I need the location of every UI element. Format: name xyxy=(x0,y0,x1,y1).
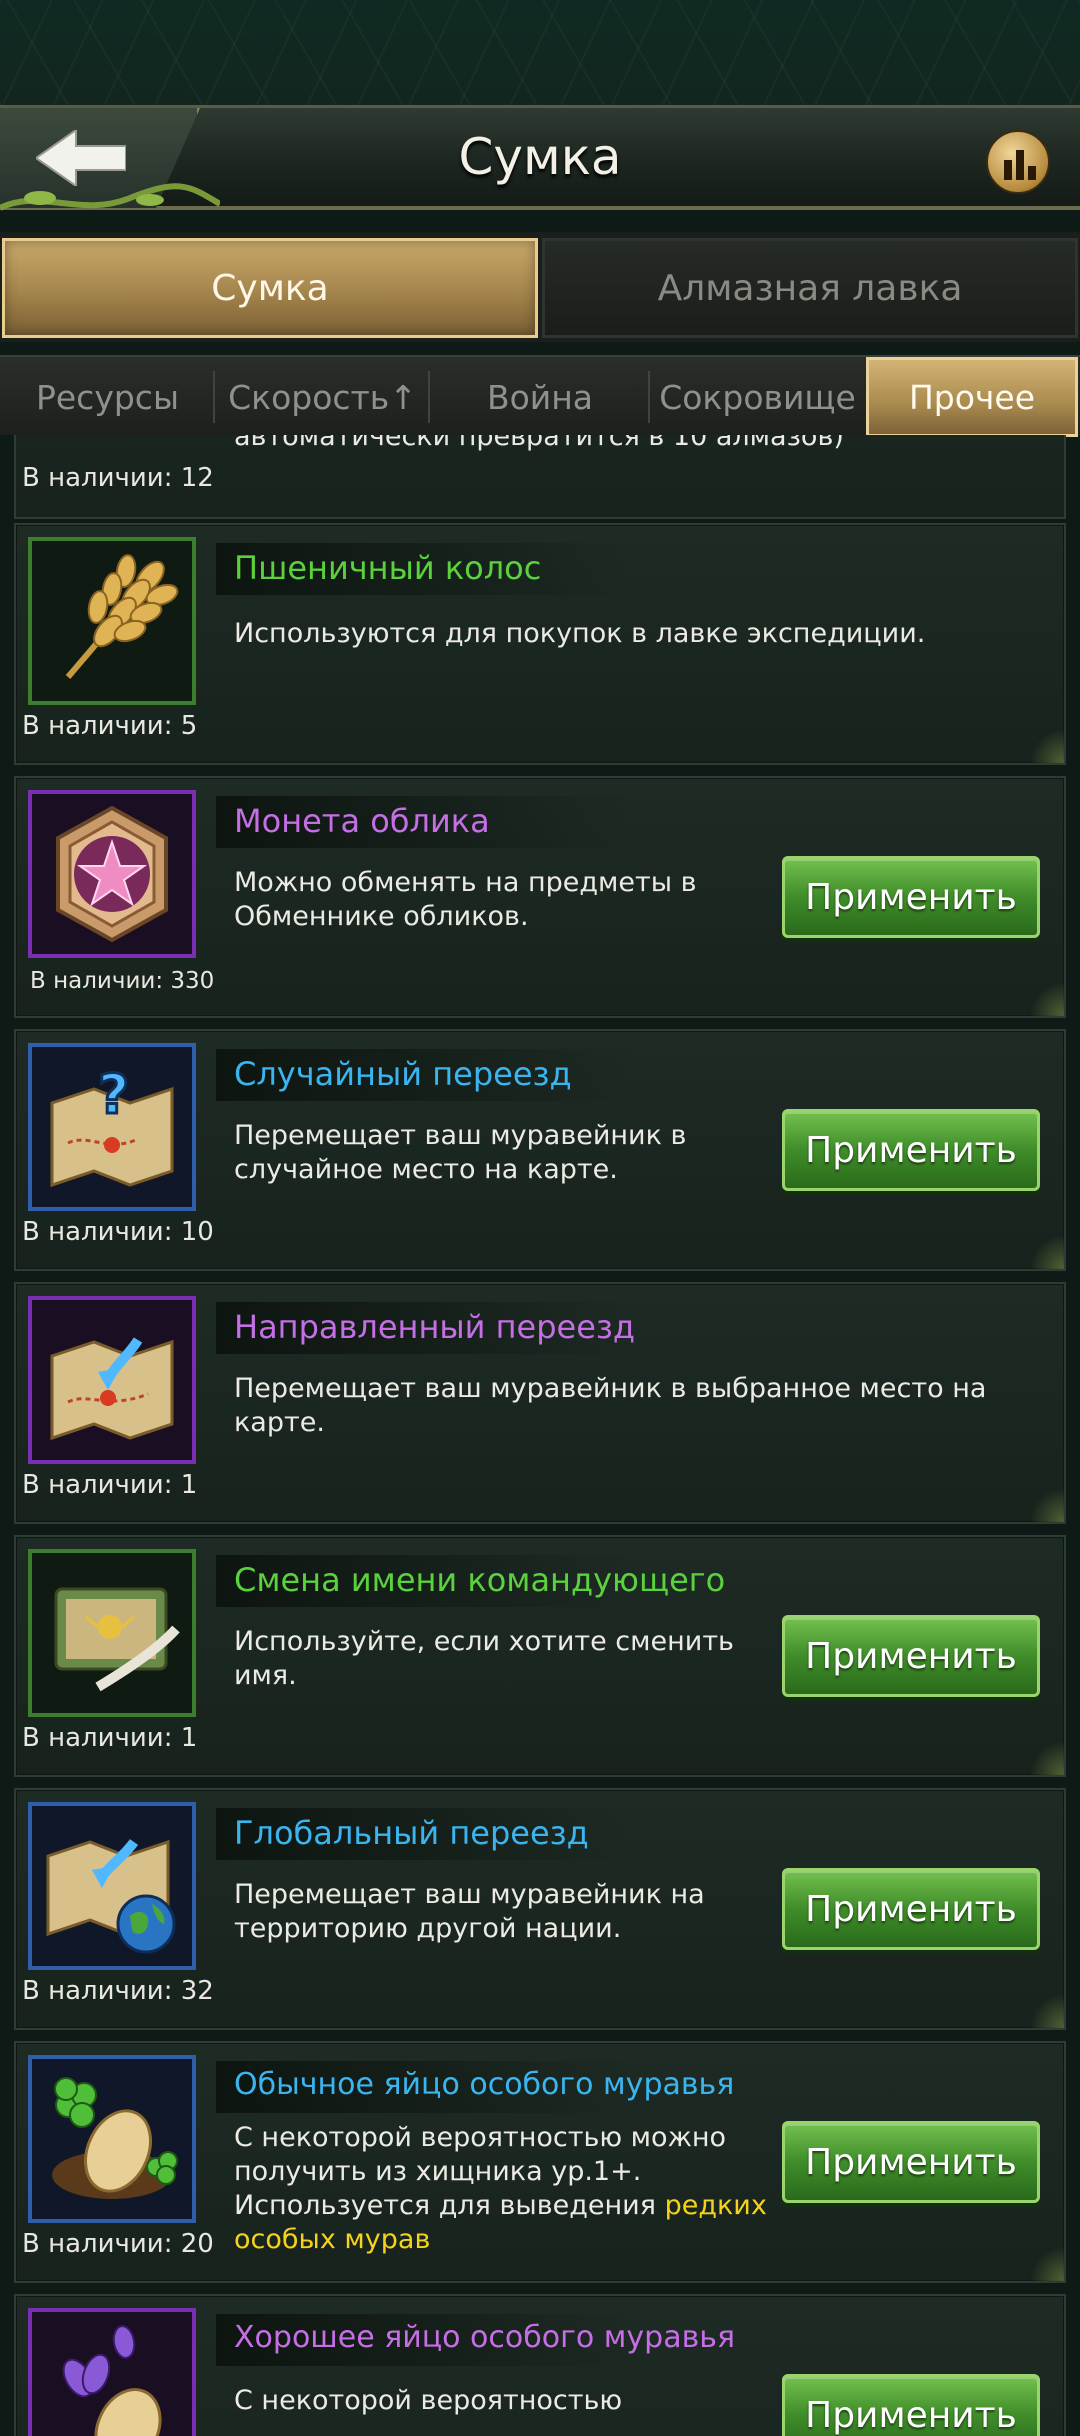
tab-diamond-shop[interactable]: Алмазная лавка xyxy=(542,238,1078,338)
svg-text:?: ? xyxy=(98,1063,129,1126)
egg-flower-icon xyxy=(62,2325,162,2436)
item-description: Используются для покупок в лавке экспеди… xyxy=(234,618,926,649)
item-name: Направленный переезд xyxy=(234,1308,636,1346)
item-quantity: В наличии: 12 xyxy=(22,463,214,493)
status-bar xyxy=(0,0,1080,105)
item-icon-frame[interactable] xyxy=(28,2055,196,2223)
list-item: ? В наличии: 10 Случайный переезд Переме… xyxy=(14,1029,1066,1271)
item-description: С некоторой вероятностью xyxy=(234,2385,623,2416)
item-icon-frame[interactable] xyxy=(28,2308,196,2436)
item-name: Глобальный переезд xyxy=(234,1814,589,1852)
apply-button[interactable]: Применить xyxy=(782,1615,1040,1697)
header: Сумка xyxy=(0,105,1080,211)
rename-scroll-icon xyxy=(54,1587,180,1692)
list-item: В наличии: 32 Глобальный переезд Перемещ… xyxy=(14,1788,1066,2030)
main-tabs: Сумка Алмазная лавка xyxy=(0,232,1080,342)
tab-resources[interactable]: Ресурсы xyxy=(0,357,215,437)
item-name: Смена имени командующего xyxy=(234,1561,726,1599)
item-quantity: В наличии: 10 xyxy=(22,1217,214,1247)
item-description: Перемещает ваш муравейник в выбранное ме… xyxy=(234,1373,987,1438)
tab-speedups[interactable]: Скорость↑ xyxy=(215,357,430,437)
list-item: В наличии: 5 Пшеничный колос Используютс… xyxy=(14,523,1066,765)
tab-other[interactable]: Прочее xyxy=(866,357,1078,437)
item-name: Монета облика xyxy=(234,802,490,840)
bar-chart-icon xyxy=(1004,150,1036,180)
item-quantity: В наличии: 5 xyxy=(22,711,198,741)
tab-treasure[interactable]: Сокровище xyxy=(650,357,865,437)
page-title: Сумка xyxy=(458,128,622,186)
item-quantity: В наличии: 330 xyxy=(30,968,215,994)
global-teleport-globe-icon xyxy=(46,1839,176,1954)
item-icon-frame[interactable] xyxy=(28,1802,196,1970)
item-name: Обычное яйцо особого муравья xyxy=(234,2067,735,2102)
list-item: В наличии: 330 Монета облика Можно обмен… xyxy=(14,776,1066,1018)
item-icon-frame[interactable] xyxy=(28,790,196,958)
item-description-text: С некоторой вероятностью можно получить … xyxy=(234,2122,727,2221)
ranking-button[interactable] xyxy=(986,130,1050,194)
tab-bag[interactable]: Сумка xyxy=(2,238,538,338)
wheat-icon xyxy=(65,554,179,679)
item-description: Перемещает ваш муравейник на территорию … xyxy=(234,1879,705,1944)
list-item: В наличии: 1 Направленный переезд Переме… xyxy=(14,1282,1066,1524)
item-description: Используйте, если хотите сменить имя. xyxy=(234,1626,734,1691)
item-name: Пшеничный колос xyxy=(234,549,542,587)
list-item: Хорошее яйцо особого муравья С некоторой… xyxy=(14,2294,1066,2436)
item-icon-frame[interactable]: ? xyxy=(28,1043,196,1211)
apply-button[interactable]: Применить xyxy=(782,1868,1040,1950)
item-name: Случайный переезд xyxy=(234,1055,572,1093)
random-teleport-map-icon: ? xyxy=(50,1062,174,1188)
tab-war[interactable]: Война xyxy=(430,357,650,437)
apply-button[interactable]: Применить xyxy=(782,1109,1040,1191)
item-quantity: В наличии: 1 xyxy=(22,1723,198,1753)
list-item: В наличии: 20 Обычное яйцо особого мурав… xyxy=(14,2041,1066,2283)
category-tabs: Ресурсы Скорость↑ Война Сокровище Прочее xyxy=(0,355,1080,437)
item-icon-frame[interactable] xyxy=(28,537,196,705)
coin-icon xyxy=(56,805,168,943)
item-list[interactable]: автоматически превратится в 10 алмазов) … xyxy=(0,435,1080,2436)
apply-button[interactable]: Применить xyxy=(782,2121,1040,2203)
item-quantity: В наличии: 1 xyxy=(22,1470,198,1500)
list-item: автоматически превратится в 10 алмазов) … xyxy=(14,435,1066,519)
apply-button[interactable]: Применить xyxy=(782,2374,1040,2436)
targeted-teleport-map-icon xyxy=(50,1337,174,1441)
item-quantity: В наличии: 32 xyxy=(22,1976,214,2006)
apply-button[interactable]: Применить xyxy=(782,856,1040,938)
item-description: Перемещает ваш муравейник в случайное ме… xyxy=(234,1120,687,1185)
item-description: Можно обменять на предметы в Обменнике о… xyxy=(234,867,697,932)
list-item: В наличии: 1 Смена имени командующего Ис… xyxy=(14,1535,1066,1777)
item-description: С некоторой вероятностью можно получить … xyxy=(234,2121,794,2257)
egg-clover-icon xyxy=(52,2077,178,2199)
item-icon-frame[interactable] xyxy=(28,1549,196,1717)
item-quantity: В наличии: 20 xyxy=(22,2229,214,2259)
item-icon-frame[interactable] xyxy=(28,1296,196,1464)
item-description: автоматически превратится в 10 алмазов) xyxy=(234,435,844,452)
item-name: Хорошее яйцо особого муравья xyxy=(234,2320,735,2355)
